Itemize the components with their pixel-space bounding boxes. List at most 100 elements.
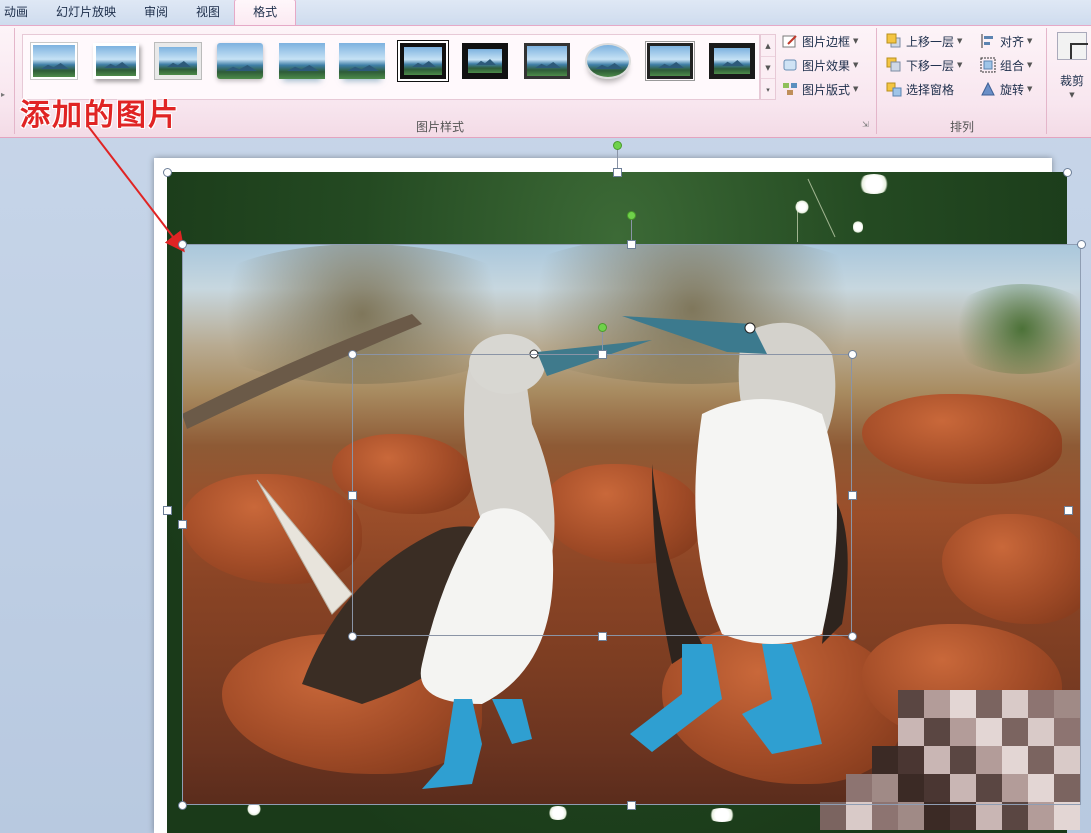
mosaic-cell bbox=[846, 802, 872, 830]
inner-selection-outline bbox=[352, 354, 852, 636]
picture-style-shadow-frame[interactable] bbox=[93, 43, 139, 79]
inner-handle-bottom[interactable] bbox=[598, 632, 607, 641]
picture-style-black-thick-frame[interactable] bbox=[462, 43, 508, 79]
inner-handle-top-left[interactable] bbox=[348, 350, 357, 359]
mosaic-cell bbox=[950, 802, 976, 830]
chevron-down-icon: ▼ bbox=[853, 37, 859, 45]
rotate-handle[interactable] bbox=[627, 211, 636, 220]
bg-resize-handle-top-right[interactable] bbox=[1063, 168, 1072, 177]
resize-handle-top-left[interactable] bbox=[178, 240, 187, 249]
ribbon-tab-bar: 动画 幻灯片放映 审阅 视图 格式 bbox=[0, 0, 1091, 26]
picture-border-button[interactable]: 图片边框 ▼ bbox=[782, 30, 858, 52]
picture-style-dark-frame[interactable] bbox=[709, 43, 755, 79]
white-flower bbox=[547, 806, 569, 820]
chevron-down-icon: ▼ bbox=[1027, 61, 1033, 69]
resize-handle-bottom[interactable] bbox=[627, 801, 636, 810]
crop-icon bbox=[1057, 32, 1088, 60]
layout-icon bbox=[782, 81, 798, 97]
chevron-down-icon: ▼ bbox=[853, 85, 859, 93]
group-separator bbox=[1046, 28, 1047, 134]
white-flower bbox=[795, 200, 809, 214]
send-backward-icon bbox=[886, 57, 902, 73]
resize-handle-top[interactable] bbox=[627, 240, 636, 249]
bg-rotate-handle-stem bbox=[617, 148, 618, 170]
align-button[interactable]: 对齐 ▼ bbox=[980, 30, 1032, 52]
bring-forward-button[interactable]: 上移一层 ▼ bbox=[886, 30, 962, 52]
mosaic-cell bbox=[1054, 802, 1080, 830]
inner-rotate-stem bbox=[602, 330, 603, 352]
picture-style-soft-edge[interactable] bbox=[217, 43, 263, 79]
bg-resize-handle-top-left[interactable] bbox=[163, 168, 172, 177]
resize-handle-left[interactable] bbox=[178, 520, 187, 529]
picture-style-oval[interactable] bbox=[585, 43, 631, 79]
picture-style-thin-frame[interactable] bbox=[524, 43, 570, 79]
picture-effects-button[interactable]: 图片效果 ▼ bbox=[782, 54, 858, 76]
tab-animations[interactable]: 动画 bbox=[0, 1, 42, 25]
chevron-down-icon: ▼ bbox=[1027, 37, 1033, 45]
tab-view[interactable]: 视图 bbox=[182, 1, 234, 25]
gallery-more-icon[interactable]: ▾ bbox=[761, 79, 775, 101]
bg-resize-handle-top[interactable] bbox=[613, 168, 622, 177]
tab-format[interactable]: 格式 bbox=[234, 0, 297, 25]
mosaic-cell bbox=[820, 802, 846, 830]
inner-handle-top[interactable] bbox=[598, 350, 607, 359]
inner-rotate-handle[interactable] bbox=[598, 323, 607, 332]
picture-style-reflected-soft[interactable] bbox=[339, 43, 385, 79]
inner-handle-bottom-left[interactable] bbox=[348, 632, 357, 641]
flower-stem bbox=[807, 178, 836, 238]
bg-resize-handle-left[interactable] bbox=[163, 506, 172, 515]
chevron-down-icon: ▼ bbox=[853, 61, 859, 69]
resize-handle-right[interactable] bbox=[1064, 506, 1073, 515]
selection-pane-button[interactable]: 选择窗格 bbox=[886, 78, 954, 100]
selection-pane-icon bbox=[886, 81, 902, 97]
group-separator bbox=[876, 28, 877, 134]
inner-handle-left[interactable] bbox=[348, 491, 357, 500]
mosaic-cell bbox=[976, 802, 1002, 830]
picture-style-double-frame[interactable] bbox=[645, 41, 695, 81]
picture-style-black-double-frame[interactable] bbox=[398, 41, 448, 81]
white-flower bbox=[707, 808, 737, 822]
group-icon bbox=[980, 57, 996, 73]
effects-icon bbox=[782, 57, 798, 73]
white-flower bbox=[857, 174, 891, 194]
rotate-icon bbox=[980, 81, 996, 97]
bg-rotate-handle[interactable] bbox=[613, 141, 622, 150]
tab-review[interactable]: 审阅 bbox=[130, 1, 182, 25]
annotation-label: 添加的图片 bbox=[20, 98, 180, 133]
picture-layout-button[interactable]: 图片版式 ▼ bbox=[782, 78, 858, 100]
group-button[interactable]: 组合 ▼ bbox=[980, 54, 1032, 76]
chevron-down-icon: ▼ bbox=[1069, 91, 1075, 99]
bring-forward-icon bbox=[886, 33, 902, 49]
tab-slideshow[interactable]: 幻灯片放映 bbox=[42, 1, 130, 25]
chevron-down-icon: ▼ bbox=[957, 61, 963, 69]
gallery-scroll-up-icon[interactable]: ▲ bbox=[761, 35, 775, 57]
send-backward-button[interactable]: 下移一层 ▼ bbox=[886, 54, 962, 76]
mosaic-cell bbox=[872, 802, 898, 830]
group-separator bbox=[14, 28, 15, 134]
mosaic-cell bbox=[898, 802, 924, 830]
resize-handle-top-right[interactable] bbox=[1077, 240, 1086, 249]
gallery-scroll: ▲ ▼ ▾ bbox=[760, 34, 776, 100]
inner-handle-right[interactable] bbox=[848, 491, 857, 500]
picture-style-thick-matte[interactable] bbox=[155, 43, 201, 79]
picture-style-simple-frame[interactable] bbox=[31, 43, 77, 79]
ribbon-left-arrow-icon[interactable]: ▸ bbox=[1, 90, 5, 99]
crop-button[interactable]: 裁剪 ▼ bbox=[1052, 32, 1091, 112]
rotate-button[interactable]: 旋转 ▼ bbox=[980, 78, 1032, 100]
pencil-border-icon bbox=[782, 33, 798, 49]
inner-handle-bottom-right[interactable] bbox=[848, 632, 857, 641]
mosaic-cell bbox=[1002, 802, 1028, 830]
picture-styles-group-label: 图片样式 bbox=[415, 120, 464, 134]
inner-handle-top-right[interactable] bbox=[848, 350, 857, 359]
dialog-launcher-icon[interactable]: ⇲ bbox=[862, 120, 872, 130]
rotate-handle-stem bbox=[631, 218, 632, 242]
picture-style-reflected[interactable] bbox=[279, 43, 325, 79]
mosaic-cell bbox=[924, 802, 950, 830]
chevron-down-icon: ▼ bbox=[1027, 85, 1033, 93]
white-flower bbox=[853, 220, 863, 234]
chevron-down-icon: ▼ bbox=[957, 37, 963, 45]
gallery-scroll-down-icon[interactable]: ▼ bbox=[761, 57, 775, 79]
resize-handle-bottom-left[interactable] bbox=[178, 801, 187, 810]
align-icon bbox=[980, 33, 996, 49]
mosaic-cell bbox=[1028, 802, 1054, 830]
